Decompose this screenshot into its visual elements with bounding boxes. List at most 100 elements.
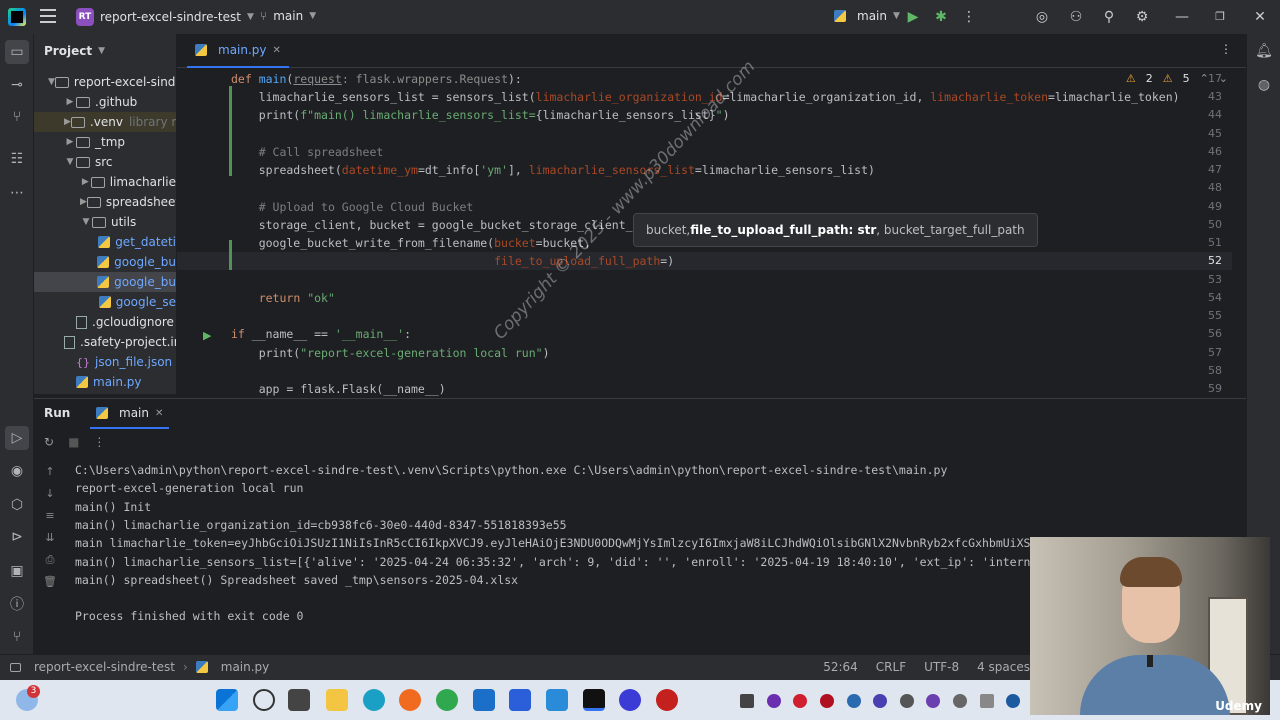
tree-item[interactable]: ▼ utils [34, 212, 176, 232]
chevron-right-icon[interactable]: ▶ [64, 117, 71, 127]
project-pane-header[interactable]: Project ▼ [44, 44, 105, 58]
chrome-icon[interactable] [436, 689, 458, 711]
outlook-icon[interactable] [473, 689, 495, 711]
record-icon[interactable] [656, 689, 678, 711]
close-tab-icon[interactable]: ✕ [155, 408, 163, 419]
chevron-right-icon[interactable]: ▶ [64, 97, 76, 107]
app-icon[interactable] [619, 689, 641, 711]
chevron-down-icon[interactable]: ▼ [64, 157, 76, 167]
code-line[interactable]: print("report-excel-generation local run… [231, 344, 550, 362]
search-icon[interactable]: ⚲ [1101, 9, 1117, 25]
rerun-icon[interactable]: ↻ [44, 435, 54, 449]
code-line[interactable]: print(f"main() limacharlie_sensors_list=… [231, 106, 730, 124]
breadcrumb-project[interactable]: report-excel-sindre-test [34, 660, 175, 674]
stop-icon[interactable]: ■ [68, 435, 79, 449]
tray-icon[interactable] [793, 694, 807, 708]
clear-icon[interactable]: 🗑︎ [42, 575, 58, 597]
debug-icon[interactable]: ✱ [933, 9, 949, 25]
tab-options-icon[interactable]: ⋮ [1220, 42, 1232, 56]
caret-position[interactable]: 52:64 [823, 660, 858, 674]
chevron-up-icon[interactable] [740, 694, 754, 708]
chevron-up-icon[interactable]: ⌃ [1200, 72, 1209, 85]
scroll-to-end-icon[interactable]: ⇊ [42, 531, 58, 553]
gear-icon[interactable]: ⚙ [1134, 9, 1150, 25]
maximize-icon[interactable]: ❐ [1212, 9, 1228, 25]
code-line[interactable]: google_bucket_write_from_filename(bucket… [231, 234, 591, 252]
file-encoding[interactable]: UTF-8 [924, 660, 959, 674]
search-icon[interactable] [253, 689, 275, 711]
terminal-icon[interactable]: ▣ [8, 562, 26, 580]
python-console-icon[interactable]: ⬡ [8, 496, 26, 514]
ai-chat-icon[interactable]: ◍ [1255, 76, 1273, 94]
editor[interactable]: main.py ✕ ⋮ 17 def main(request: flask.wr… [177, 34, 1246, 396]
project-switcher[interactable]: RT report-excel-sindre-test ▼ [76, 7, 254, 27]
breadcrumb-file[interactable]: main.py [221, 660, 270, 674]
run-icon[interactable]: ▶ [905, 9, 921, 25]
print-icon[interactable]: ⎙ [42, 553, 58, 575]
minimize-icon[interactable]: — [1174, 9, 1190, 25]
run-tab-main[interactable]: main ✕ [90, 399, 170, 429]
run-configuration-selector[interactable]: main ▼ [834, 9, 900, 23]
tree-item[interactable]: ▶ limacharlie [34, 172, 176, 192]
code-line[interactable]: # Call spreadsheet [231, 143, 384, 161]
tray-icon[interactable] [847, 694, 861, 708]
tray-icon[interactable] [980, 694, 994, 708]
main-menu-icon[interactable] [40, 9, 56, 25]
firefox-icon[interactable] [399, 689, 421, 711]
inspection-widget[interactable]: ⚠ 2 ⚠ 5 ⌃ ⌄ [1126, 72, 1228, 85]
close-tab-icon[interactable]: ✕ [273, 45, 281, 56]
chevron-right-icon[interactable]: ▶ [64, 137, 76, 147]
tree-item[interactable]: ▶ spreadsheet [34, 192, 176, 212]
add-user-icon[interactable]: ⚇ [1068, 9, 1084, 25]
tree-item[interactable]: main.py [34, 372, 176, 392]
soft-wrap-icon[interactable]: ≡ [42, 509, 58, 531]
edge-icon[interactable] [363, 689, 385, 711]
tree-item[interactable]: ▼ src [34, 152, 176, 172]
code-line[interactable]: # Upload to Google Cloud Bucket [231, 198, 474, 216]
chevron-down-icon[interactable]: ▼ [80, 217, 92, 227]
code-line[interactable]: if __name__ == '__main__': [231, 325, 411, 343]
more-actions-icon[interactable]: ⋮ [961, 9, 977, 25]
ai-assistant-icon[interactable]: ◎ [1034, 9, 1050, 25]
tree-item[interactable]: google_bu [34, 272, 176, 292]
file-explorer-icon[interactable] [326, 689, 348, 711]
tree-item[interactable]: ▶ .venv library roo [34, 112, 176, 132]
more-tools-icon[interactable]: ⋯ [8, 184, 26, 202]
app-icon[interactable] [509, 689, 531, 711]
steam-icon[interactable] [1006, 694, 1020, 708]
tree-item[interactable]: get_dateti [34, 232, 176, 252]
notifications-icon[interactable]: 🔔︎ [1255, 42, 1273, 60]
pull-requests-icon[interactable]: ⑂ [8, 108, 26, 126]
vscode-icon[interactable] [546, 689, 568, 711]
git-icon[interactable]: ⑂ [8, 628, 26, 646]
project-tool-icon[interactable]: ▭ [5, 40, 29, 64]
tree-item[interactable]: {} json_file.json [34, 352, 176, 372]
pycharm-icon[interactable] [583, 689, 605, 711]
code-line[interactable]: storage_client, bucket = google_bucket_s… [231, 216, 654, 234]
tree-item[interactable]: ▼ report-excel-sindre [34, 72, 176, 92]
code-line[interactable]: return "ok" [231, 289, 335, 307]
indent-setting[interactable]: 4 spaces [977, 660, 1030, 674]
python-packages-icon[interactable]: ◉ [8, 462, 26, 480]
commit-icon[interactable]: ⊸ [8, 76, 26, 94]
tray-icon[interactable] [900, 694, 914, 708]
chevron-down-icon[interactable]: ⌄ [1219, 72, 1228, 85]
run-gutter-icon[interactable]: ▶ [203, 329, 211, 342]
tree-item[interactable]: google_se [34, 292, 176, 312]
close-icon[interactable]: ✕ [1252, 9, 1268, 25]
code-line[interactable]: file_to_upload_full_path=) [231, 252, 674, 270]
tray-icon[interactable] [767, 694, 781, 708]
tree-item[interactable]: .safety-project.ir [34, 332, 176, 352]
tree-item[interactable]: google_bu [34, 252, 176, 272]
problems-icon[interactable]: ⓘ [8, 596, 26, 614]
tray-icon[interactable] [953, 694, 967, 708]
tray-icon[interactable] [926, 694, 940, 708]
chevron-right-icon[interactable]: ▶ [80, 177, 91, 187]
tree-item[interactable]: ▶ .github [34, 92, 176, 112]
tree-item[interactable]: .gcloudignore [34, 312, 176, 332]
run-tool-icon[interactable]: ▷ [5, 426, 29, 450]
tab-main-py[interactable]: main.py ✕ [187, 34, 289, 68]
scroll-up-icon[interactable]: ↑ [42, 465, 58, 487]
scroll-down-icon[interactable]: ↓ [42, 487, 58, 509]
chevron-right-icon[interactable]: ▶ [80, 197, 87, 207]
